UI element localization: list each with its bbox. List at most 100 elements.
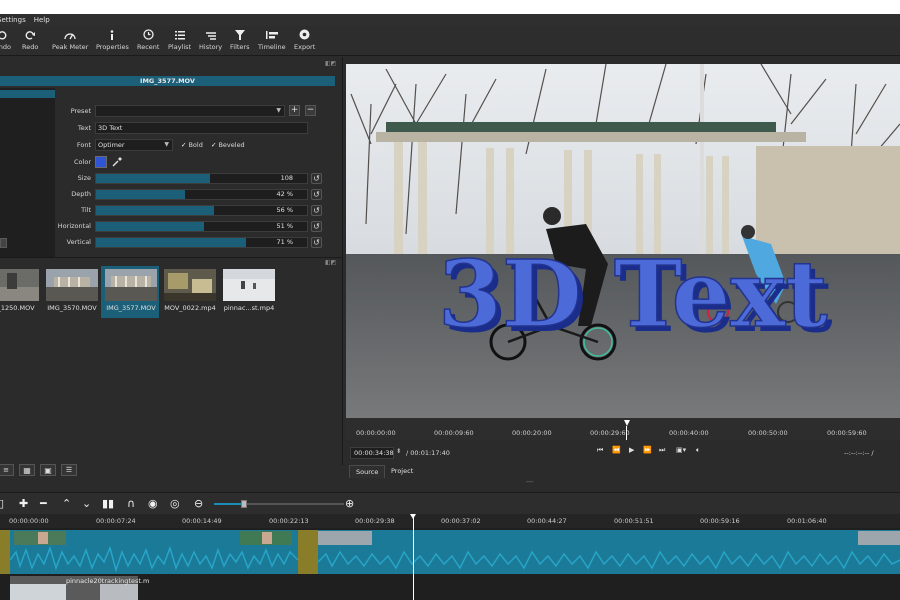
depth-label: Depth: [71, 190, 91, 198]
add-preset-button[interactable]: +: [289, 105, 300, 116]
chevron-down-icon: ▼: [164, 141, 169, 148]
history-icon: [205, 28, 217, 41]
ripple-icon[interactable]: ◎: [170, 498, 180, 509]
list-icon: [174, 28, 185, 41]
volume-button[interactable]: 🔈︎: [696, 446, 700, 455]
filters-label: Filters: [230, 43, 250, 51]
tilt-slider[interactable]: 56 %: [95, 205, 308, 216]
depth-slider[interactable]: 42 %: [95, 189, 308, 200]
playlist-item[interactable]: ..._1250.MOV: [0, 268, 41, 318]
beveled-checkbox[interactable]: ✓ Beveled: [211, 141, 245, 149]
horizontal-reset-button[interactable]: ↺: [311, 221, 322, 232]
float-dock-icon[interactable]: ◧◩: [325, 259, 336, 266]
ruler-label: 00:00:07:24: [96, 517, 136, 525]
font-combo[interactable]: Optimer ▼: [95, 139, 173, 151]
vertical-slider[interactable]: 71 %: [95, 237, 308, 248]
bold-label: Bold: [188, 141, 203, 149]
append-button[interactable]: ✚: [19, 498, 28, 509]
scrub-eye-icon[interactable]: ◉: [148, 498, 158, 509]
video-clip[interactable]: [10, 530, 298, 574]
playlist-item-name: IMG_3577.MOV: [106, 304, 156, 312]
tab-project[interactable]: Project: [385, 465, 419, 478]
size-reset-button[interactable]: ↺: [311, 173, 322, 184]
menu-settings[interactable]: Settings: [0, 16, 26, 24]
ruler-label: 00:00:37:02: [441, 517, 481, 525]
split-button[interactable]: ▮▮: [102, 498, 114, 509]
zoom-in-icon[interactable]: ⊕: [345, 498, 354, 509]
properties-button[interactable]: Properties: [96, 28, 129, 51]
playlist-item[interactable]: IMG_3570.MOV: [44, 268, 100, 318]
zoom-slider-handle[interactable]: [241, 500, 247, 508]
splitter-handle[interactable]: ──: [526, 479, 533, 486]
eyedropper-icon[interactable]: [112, 156, 123, 169]
preset-combo[interactable]: ▼: [95, 105, 285, 117]
icons-view-button[interactable]: ▣: [40, 464, 56, 476]
timeline-ruler[interactable]: 00:00:00:00 00:00:07:24 00:00:14:49 00:0…: [0, 514, 900, 528]
filters-button[interactable]: Filters: [230, 28, 249, 51]
bold-checkbox[interactable]: ✓ Bold: [181, 141, 203, 149]
ruler-label: 00:00:00:00: [356, 429, 396, 437]
horizontal-row: Horizontal 51 % ↺: [0, 220, 343, 234]
source-time-ruler[interactable]: 00:00:00:00 00:00:09:60 00:00:20:00 00:0…: [346, 418, 900, 440]
playlist-item[interactable]: pinnac...st.mp4: [221, 268, 277, 318]
playlist-menu-button[interactable]: ☰: [61, 464, 77, 476]
recent-button[interactable]: Recent: [137, 28, 159, 51]
size-slider[interactable]: 108: [95, 173, 308, 184]
remove-button[interactable]: ━: [40, 498, 47, 509]
timeline-playhead-handle[interactable]: [410, 514, 416, 519]
peak-meter-button[interactable]: Peak Meter: [52, 28, 88, 51]
ruler-label: 00:00:29:38: [355, 517, 395, 525]
zoom-slider[interactable]: [214, 500, 344, 508]
rewind-button[interactable]: ⏪: [612, 446, 621, 454]
horizontal-slider-fill: [96, 222, 204, 231]
play-button[interactable]: ▶: [629, 446, 634, 454]
remove-preset-button[interactable]: −: [305, 105, 316, 116]
video-clip[interactable]: [318, 530, 900, 574]
lift-button[interactable]: ⌃: [62, 498, 71, 509]
menu-icon[interactable]: ▯: [0, 498, 4, 509]
details-view-button[interactable]: ≡: [0, 464, 14, 476]
undo-icon: ↺: [313, 222, 320, 231]
fast-forward-button[interactable]: ⏩: [643, 446, 652, 454]
playlist-item[interactable]: MOV_0022.mp4: [162, 268, 218, 318]
vertical-reset-button[interactable]: ↺: [311, 237, 322, 248]
skip-previous-button[interactable]: ⏮: [597, 446, 603, 455]
clip-name-label: pinnacle20trackingtest.m: [66, 577, 150, 585]
horizontal-slider[interactable]: 51 %: [95, 221, 308, 232]
timeline-button[interactable]: Timeline: [258, 28, 286, 51]
text-input[interactable]: 3D Text: [95, 122, 308, 134]
float-dock-icon[interactable]: ◧◩: [325, 60, 336, 67]
video-viewer[interactable]: 3D Text 3D Text: [346, 64, 900, 418]
depth-reset-button[interactable]: ↺: [311, 189, 322, 200]
transition-clip[interactable]: [0, 530, 10, 574]
redo-button[interactable]: Redo: [22, 28, 38, 51]
thumbnail-image: [164, 269, 216, 301]
playlist-item-selected[interactable]: IMG_3577.MOV: [101, 266, 159, 318]
minus-icon: −: [306, 105, 315, 115]
tab-source[interactable]: Source: [349, 465, 386, 478]
color-swatch-button[interactable]: [95, 156, 107, 168]
grid-toggle-button[interactable]: ▣▾: [676, 446, 686, 454]
filter-list-selected-item[interactable]: [0, 90, 55, 98]
vertical-row: Vertical 71 % ↺: [0, 236, 343, 250]
zoom-out-icon[interactable]: ⊖: [194, 498, 203, 509]
icon-view-icon: ▣: [44, 465, 52, 475]
beveled-label: Beveled: [218, 141, 245, 149]
playlist-button[interactable]: Playlist: [168, 28, 191, 51]
skip-next-button[interactable]: ⏭: [659, 446, 665, 455]
export-button[interactable]: Export: [294, 28, 315, 51]
transition-clip[interactable]: [298, 530, 318, 574]
position-timecode[interactable]: 00:00:34:38: [350, 447, 394, 459]
history-button[interactable]: History: [199, 28, 222, 51]
snap-magnet-icon[interactable]: ∩: [127, 498, 135, 509]
spin-arrows-icon[interactable]: ⬍: [396, 447, 401, 455]
tiles-view-button[interactable]: ▦: [19, 464, 35, 476]
overwrite-button[interactable]: ⌄: [82, 498, 91, 509]
overlay-3d-text: 3D Text: [438, 240, 828, 348]
timeline-tracks: pinnacle20trackingtest.m: [0, 528, 900, 600]
menu-help[interactable]: Help: [34, 16, 50, 24]
tilt-reset-button[interactable]: ↺: [311, 205, 322, 216]
undo-button[interactable]: Undo: [0, 28, 11, 51]
source-playhead[interactable]: [624, 420, 630, 426]
timeline-playhead[interactable]: [413, 514, 414, 600]
